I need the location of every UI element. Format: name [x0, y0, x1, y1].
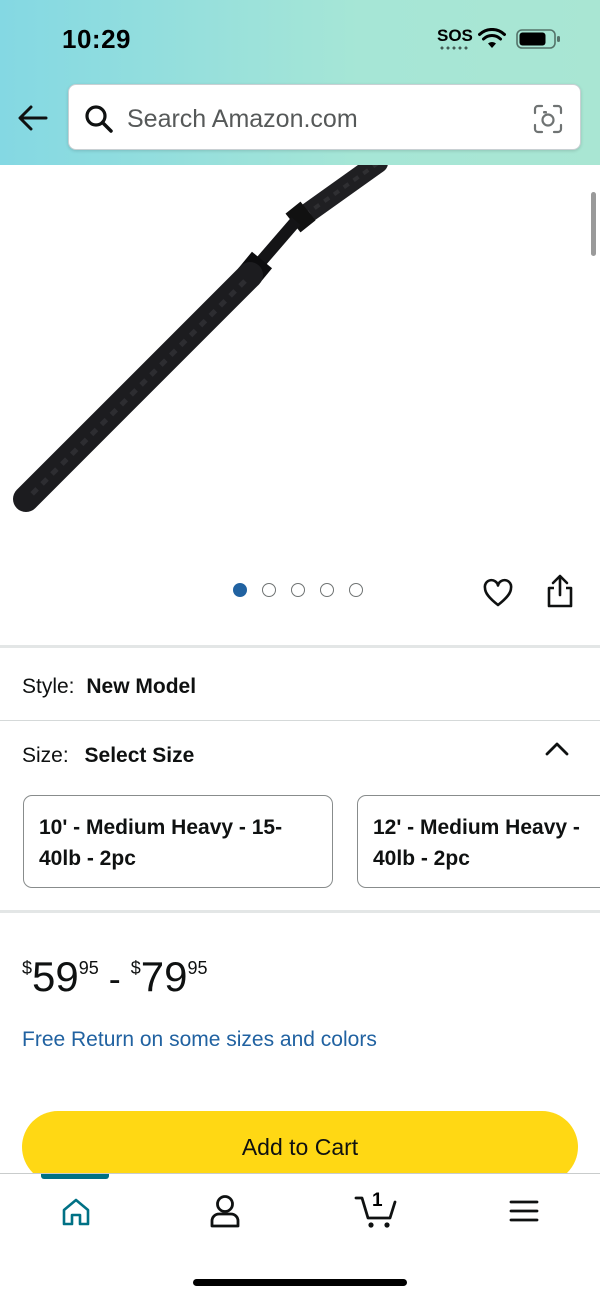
pagination-dot[interactable] [233, 583, 247, 597]
size-row[interactable]: Size: Select Size [22, 744, 194, 768]
price-separator: - [108, 958, 121, 999]
share-icon[interactable] [544, 573, 576, 609]
row-divider [0, 720, 600, 721]
home-indicator [193, 1279, 407, 1286]
scrollbar[interactable] [591, 192, 596, 256]
status-time: 10:29 [62, 24, 131, 54]
section-divider [0, 910, 600, 913]
pagination-dot[interactable] [262, 583, 276, 597]
wifi-icon [478, 28, 506, 48]
sos-indicator: SOS [437, 26, 473, 45]
size-option[interactable]: 10' - Medium Heavy - 15-40lb - 2pc [23, 795, 333, 888]
account-icon[interactable] [208, 1193, 242, 1229]
home-icon[interactable] [60, 1196, 92, 1228]
section-divider [0, 645, 600, 648]
price-range: $5995- $7995 [22, 950, 208, 1010]
free-return-link[interactable]: Free Return on some sizes and colors [22, 1028, 377, 1052]
cart-count-badge: 1 [372, 1190, 383, 1211]
style-row: Style: New Model [22, 675, 196, 699]
product-image[interactable] [0, 165, 600, 565]
pagination-dot[interactable] [349, 583, 363, 597]
size-value: Select Size [84, 744, 195, 767]
image-pagination[interactable] [233, 583, 363, 599]
camera-lens-icon[interactable] [532, 103, 564, 135]
pagination-dot[interactable] [291, 583, 305, 597]
search-icon [85, 105, 113, 133]
price-low-fraction: 95 [78, 958, 99, 978]
chevron-up-icon[interactable] [544, 740, 570, 758]
pagination-dot[interactable] [320, 583, 334, 597]
size-label: Size: [22, 744, 69, 767]
battery-icon [516, 29, 560, 49]
size-option[interactable]: 12' - Medium Heavy - 40lb - 2pc [357, 795, 600, 888]
back-arrow-icon[interactable] [16, 103, 50, 133]
nav-active-indicator [41, 1174, 109, 1179]
price-high-whole: 79 [140, 953, 188, 1000]
price-low-whole: 59 [32, 953, 79, 1000]
style-label: Style: [22, 675, 75, 698]
sos-signal-dots [439, 46, 469, 50]
price-symbol: $ [22, 958, 33, 978]
price-symbol: $ [130, 958, 141, 978]
header: 10:29 SOS Search Amazon.com [0, 0, 600, 165]
price-high-fraction: 95 [187, 958, 208, 978]
search-input[interactable]: Search Amazon.com [68, 84, 581, 150]
style-value: New Model [86, 675, 197, 698]
heart-icon[interactable] [482, 578, 514, 608]
menu-icon[interactable] [508, 1198, 540, 1224]
bottom-nav: 1 [0, 1173, 600, 1298]
search-placeholder: Search Amazon.com [127, 105, 358, 133]
